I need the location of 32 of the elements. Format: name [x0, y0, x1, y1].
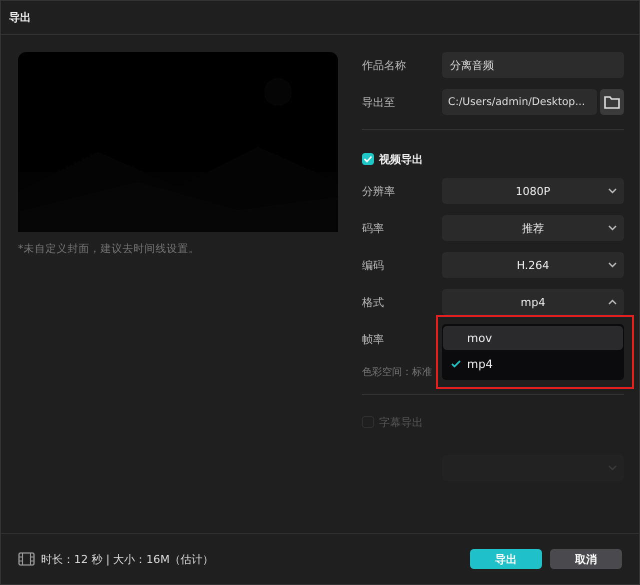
- folder-icon: [604, 95, 620, 109]
- input-field[interactable]: 分离音频: [442, 52, 624, 78]
- cancel-button[interactable]: 取消: [550, 549, 622, 569]
- chevron-icon: [608, 299, 617, 305]
- section-title: 视频导出: [379, 152, 423, 166]
- select-dropdown[interactable]: 推荐: [442, 215, 624, 241]
- color-space-label: 色彩空间：: [362, 366, 412, 379]
- field-label: 导出至: [362, 94, 396, 110]
- window-title: 导出: [9, 10, 31, 25]
- export-info: 时长：12 秒 | 大小：16M（估计）: [41, 552, 214, 566]
- color-space-value: 标准: [412, 366, 432, 379]
- input-field[interactable]: C:/Users/admin/Desktop...: [442, 89, 597, 115]
- field-label: 作品名称: [362, 58, 407, 72]
- select-dropdown[interactable]: H.264: [442, 252, 624, 278]
- setting-label: 码率: [362, 220, 385, 236]
- check-icon: [451, 360, 461, 368]
- setting-label: 分辨率: [362, 184, 396, 198]
- menu-item[interactable]: mov: [443, 326, 623, 350]
- menu-item[interactable]: mp4: [443, 352, 623, 376]
- film-icon: [18, 552, 35, 566]
- chevron-icon: [608, 262, 617, 268]
- chevron-icon: [608, 465, 617, 471]
- select-dropdown[interactable]: 1080P: [442, 178, 624, 204]
- folder-button[interactable]: [600, 89, 624, 115]
- chevron-icon: [608, 225, 617, 231]
- checkbox[interactable]: [362, 153, 374, 165]
- setting-label: 帧率: [362, 332, 385, 346]
- setting-label: 编码: [362, 258, 385, 272]
- cover-hint: *未自定义封面，建议去时间线设置。: [18, 242, 200, 256]
- setting-label: 格式: [362, 294, 385, 310]
- select-dropdown[interactable]: mp4: [442, 289, 624, 315]
- chevron-icon: [608, 188, 617, 194]
